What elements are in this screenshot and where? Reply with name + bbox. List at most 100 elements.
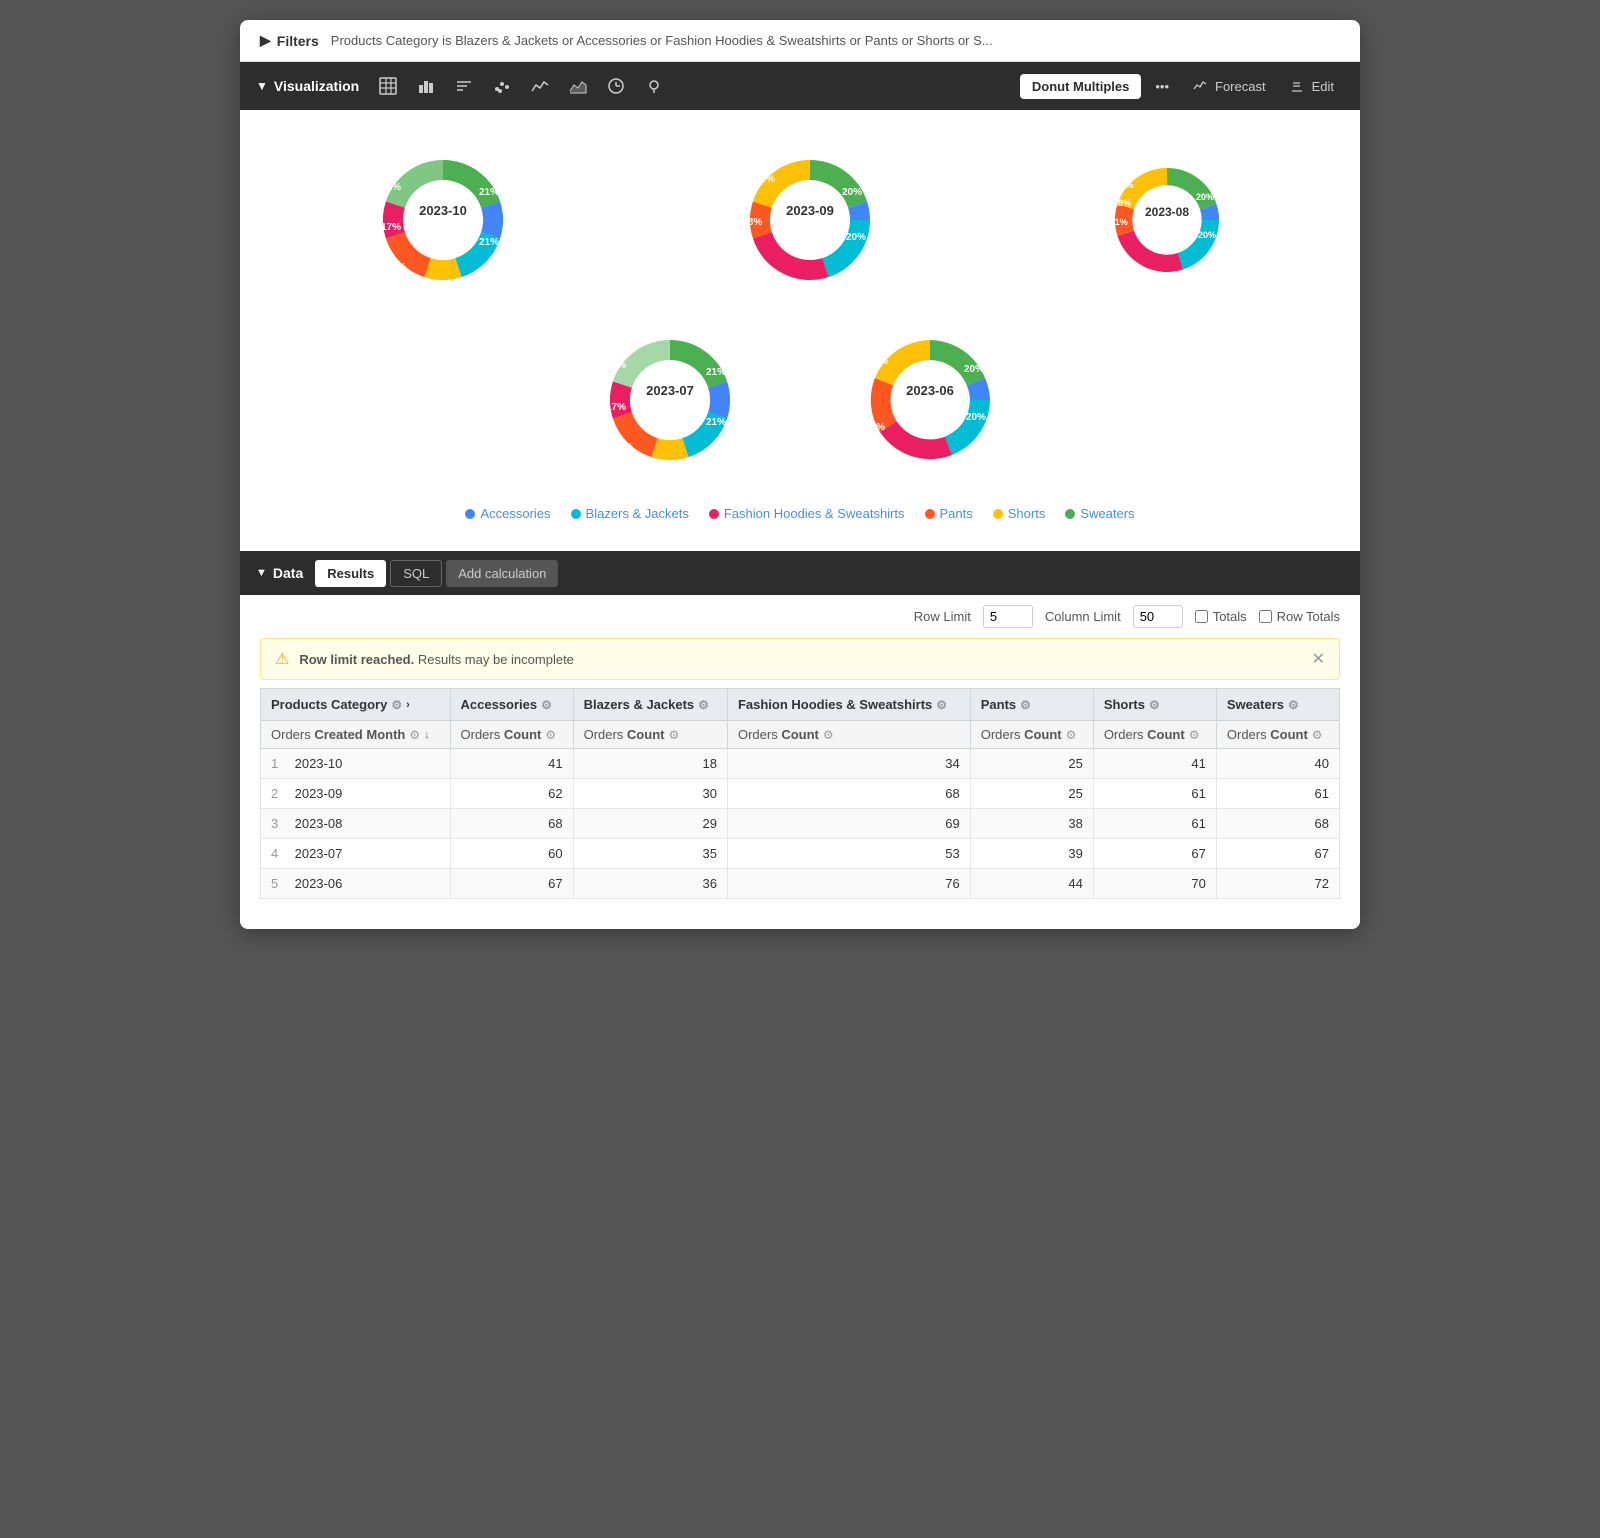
viz-edit-btn[interactable]: Edit [1280,73,1344,100]
cell-accessories: 60 [450,839,573,869]
svg-text:19%: 19% [660,330,680,341]
subh-accessories-gear[interactable]: ⚙ [545,728,556,742]
cell-fashion: 53 [727,839,970,869]
row-totals-checkbox[interactable] [1259,610,1272,623]
row-limit-label: Row Limit [914,609,971,624]
data-toolbar: ▼ Data Results SQL Add calculation [240,551,1360,595]
cell-month: 5 2023-06 [261,869,451,899]
subh-pants-gear[interactable]: ⚙ [1066,728,1077,742]
col-products-category-expand[interactable]: › [406,699,410,711]
data-label: ▼ Data [256,565,303,581]
filters-label: Filters [277,33,319,49]
results-controls: Row Limit Column Limit Totals Row Totals [240,595,1360,638]
viz-more-btn[interactable]: ••• [1145,73,1179,100]
col-shorts-gear[interactable]: ⚙ [1149,698,1160,712]
svg-text:21%: 21% [706,417,726,428]
svg-text:19%: 19% [868,356,888,367]
cell-pants: 25 [970,779,1093,809]
chevron-down-icon: ▼ [256,79,268,93]
row-limit-input[interactable] [983,605,1033,628]
svg-text:20%: 20% [1196,192,1214,202]
cell-sweaters: 61 [1216,779,1339,809]
svg-text:20%: 20% [964,364,984,375]
viz-map-btn[interactable] [637,71,671,101]
svg-text:21%: 21% [479,187,499,198]
svg-text:2023-07: 2023-07 [646,383,694,398]
subh-month-sort[interactable]: ↓ [424,729,430,741]
cell-accessories: 62 [450,779,573,809]
viz-table-btn[interactable] [371,71,405,101]
viz-clock-btn[interactable] [599,71,633,101]
cell-fashion: 34 [727,749,970,779]
col-products-category-gear[interactable]: ⚙ [391,698,402,712]
viz-forecast-btn[interactable]: Forecast [1183,73,1276,100]
cell-pants: 39 [970,839,1093,869]
viz-label: ▼ Visualization [256,78,359,94]
results-table: Products Category ⚙ › Accessories ⚙ [260,688,1340,899]
col-sweaters-gear[interactable]: ⚙ [1288,698,1299,712]
table-row: 2 2023-09 62 30 68 25 61 61 [261,779,1340,809]
viz-bar-btn[interactable] [409,71,443,101]
legend-pants[interactable]: Pants [925,506,973,521]
col-pants: Pants ⚙ [970,689,1093,721]
cell-pants: 44 [970,869,1093,899]
viz-line-btn[interactable] [523,71,557,101]
subh-month: Orders Created Month ⚙ ↓ [261,721,451,749]
svg-text:2023-10: 2023-10 [419,203,467,218]
legend-accessories[interactable]: Accessories [465,506,550,521]
warning-banner: ⚠ Row limit reached. Results may be inco… [260,638,1340,680]
cell-month: 3 2023-08 [261,809,451,839]
results-table-container: Products Category ⚙ › Accessories ⚙ [240,688,1360,929]
svg-text:17%: 17% [381,222,401,233]
col-accessories-gear[interactable]: ⚙ [541,698,552,712]
svg-text:21%: 21% [479,237,499,248]
warning-text: Results may be incomplete [418,652,574,667]
legend-shorts[interactable]: Shorts [993,506,1046,521]
donut-legend: Accessories Blazers & Jackets Fashion Ho… [260,490,1340,541]
viz-sort-btn[interactable] [447,71,481,101]
col-fashion-gear[interactable]: ⚙ [936,698,947,712]
subh-fashion-gear[interactable]: ⚙ [823,728,834,742]
svg-text:22%: 22% [764,274,784,285]
col-blazers-gear[interactable]: ⚙ [698,698,709,712]
svg-text:20%: 20% [842,187,862,198]
svg-text:9%: 9% [436,280,451,291]
viz-donut-multiples-btn[interactable]: Donut Multiples [1020,74,1142,99]
filters-toggle[interactable]: ▶ Filters [260,32,319,49]
col-products-category: Products Category ⚙ › [261,689,451,721]
cell-shorts: 61 [1093,809,1216,839]
subh-month-gear[interactable]: ⚙ [409,728,420,742]
svg-text:13%: 13% [386,262,406,273]
svg-text:12%: 12% [613,442,633,453]
cell-sweaters: 72 [1216,869,1339,899]
legend-fashion-hoodies[interactable]: Fashion Hoodies & Sweatshirts [709,506,905,521]
cell-sweaters: 67 [1216,839,1339,869]
totals-checkbox[interactable] [1195,610,1208,623]
svg-text:2023-06: 2023-06 [906,383,954,398]
tab-results[interactable]: Results [315,560,386,587]
svg-text:18%: 18% [1113,198,1131,208]
row-totals-label: Row Totals [1277,609,1340,624]
tab-add-calculation[interactable]: Add calculation [446,560,558,587]
cell-month: 4 2023-07 [261,839,451,869]
svg-text:20%: 20% [433,150,453,161]
cell-blazers: 18 [573,749,727,779]
svg-text:20%: 20% [800,150,820,161]
legend-blazers[interactable]: Blazers & Jackets [571,506,689,521]
totals-label: Totals [1213,609,1247,624]
legend-sweaters[interactable]: Sweaters [1065,506,1134,521]
subh-sweaters-gear[interactable]: ⚙ [1312,728,1323,742]
tab-sql[interactable]: SQL [390,560,442,587]
col-limit-input[interactable] [1133,605,1183,628]
warning-close-btn[interactable]: ✕ [1312,649,1325,669]
svg-text:20%: 20% [1158,158,1176,168]
subh-shorts-gear[interactable]: ⚙ [1189,728,1200,742]
col-sweaters: Sweaters ⚙ [1216,689,1339,721]
svg-text:11%: 11% [1110,217,1128,227]
subh-blazers-gear[interactable]: ⚙ [668,728,679,742]
col-pants-gear[interactable]: ⚙ [1020,698,1031,712]
viz-scatter-btn[interactable] [485,71,519,101]
svg-text:12%: 12% [865,422,885,433]
col-shorts: Shorts ⚙ [1093,689,1216,721]
viz-area-btn[interactable] [561,71,595,101]
